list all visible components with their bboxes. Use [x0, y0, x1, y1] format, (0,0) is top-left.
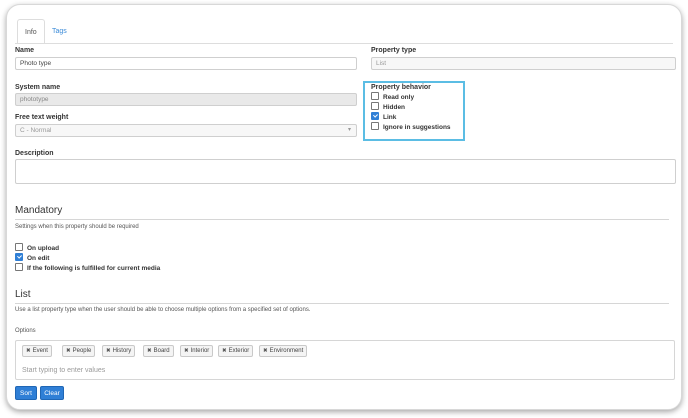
name-label: Name — [15, 47, 35, 54]
sort-button[interactable]: Sort — [15, 386, 37, 400]
tag-exterior[interactable]: ✖ Exterior — [218, 345, 254, 357]
tab-tags[interactable]: Tags — [45, 19, 74, 44]
tag-environment[interactable]: ✖ Environment — [259, 345, 308, 357]
checkbox-icon[interactable] — [371, 102, 379, 110]
mandatory-on-edit-label: On edit — [27, 254, 50, 262]
remove-x-icon[interactable]: ✖ — [222, 348, 227, 354]
remove-x-icon[interactable]: ✖ — [106, 348, 111, 354]
tag-history[interactable]: ✖ History — [102, 345, 136, 357]
mandatory-divider — [15, 219, 669, 220]
remove-x-icon[interactable]: ✖ — [26, 348, 31, 354]
description-textarea[interactable] — [15, 159, 676, 184]
remove-x-icon[interactable]: ✖ — [147, 348, 152, 354]
chevron-down-icon: ▾ — [347, 127, 351, 133]
mandatory-help: Settings when this property should be re… — [15, 224, 139, 230]
list-heading: List — [15, 289, 31, 300]
property-editor-window: Info Tags Name Photo type Property type … — [6, 4, 682, 410]
property-behavior-label: Property behavior — [371, 84, 431, 91]
name-input[interactable]: Photo type — [15, 57, 357, 70]
tag-board[interactable]: ✖ Board — [143, 345, 174, 357]
tag-label: Interior — [190, 348, 210, 354]
free-text-weight-value: C - Normal — [20, 127, 52, 134]
behavior-hidden[interactable]: Hidden — [371, 102, 406, 111]
behavior-ignore-suggestions[interactable]: Ignore in suggestions — [371, 122, 451, 131]
checkbox-checked-icon[interactable] — [15, 253, 23, 261]
tag-interior[interactable]: ✖ Interior — [180, 345, 214, 357]
remove-x-icon[interactable]: ✖ — [184, 348, 189, 354]
mandatory-heading: Mandatory — [15, 205, 63, 216]
property-type-label: Property type — [371, 47, 417, 54]
checkbox-icon[interactable] — [15, 263, 23, 271]
mandatory-on-edit[interactable]: On edit — [15, 253, 50, 262]
free-text-weight-select[interactable]: C - Normal ▾ — [15, 124, 357, 137]
tag-people[interactable]: ✖ People — [62, 345, 96, 357]
behavior-link-label: Link — [383, 113, 397, 121]
checkbox-checked-icon[interactable] — [371, 112, 379, 120]
tag-label: History — [112, 348, 132, 354]
tag-label: Event — [32, 348, 48, 354]
tabs-divider — [15, 43, 673, 44]
behavior-read-only-label: Read only — [383, 93, 415, 101]
mandatory-on-upload[interactable]: On upload — [15, 243, 60, 252]
property-type-field: List — [371, 57, 676, 70]
list-help: Use a list property type when the user s… — [15, 307, 311, 313]
checkbox-icon[interactable] — [15, 243, 23, 251]
checkbox-icon[interactable] — [371, 92, 379, 100]
system-name-label: System name — [15, 84, 61, 91]
behavior-hidden-label: Hidden — [383, 103, 406, 111]
system-name-input: phototype — [15, 93, 357, 106]
description-label: Description — [15, 150, 54, 157]
options-tag-input[interactable]: ✖ Event ✖ People ✖ History ✖ Board ✖ Interior… — [15, 340, 675, 380]
checkbox-icon[interactable] — [371, 122, 379, 130]
mandatory-on-upload-label: On upload — [27, 244, 60, 252]
options-label: Options — [15, 328, 36, 334]
tag-label: Exterior — [228, 348, 250, 354]
options-placeholder[interactable]: Start typing to enter values — [22, 367, 105, 374]
mandatory-conditional[interactable]: If the following is fulfilled for curren… — [15, 263, 161, 272]
tag-label: Board — [153, 348, 170, 354]
remove-x-icon[interactable]: ✖ — [263, 348, 268, 354]
tab-info[interactable]: Info — [17, 19, 45, 44]
mandatory-conditional-label: If the following is fulfilled for curren… — [27, 264, 161, 272]
clear-button[interactable]: Clear — [40, 386, 64, 400]
tag-event[interactable]: ✖ Event — [22, 345, 52, 357]
behavior-link[interactable]: Link — [371, 112, 397, 121]
tag-label: People — [72, 348, 92, 354]
behavior-read-only[interactable]: Read only — [371, 92, 415, 101]
behavior-ignore-suggestions-label: Ignore in suggestions — [383, 123, 451, 131]
list-divider — [15, 303, 669, 304]
free-text-weight-label: Free text weight — [15, 114, 69, 121]
tag-label: Environment — [269, 348, 304, 354]
remove-x-icon[interactable]: ✖ — [66, 348, 71, 354]
